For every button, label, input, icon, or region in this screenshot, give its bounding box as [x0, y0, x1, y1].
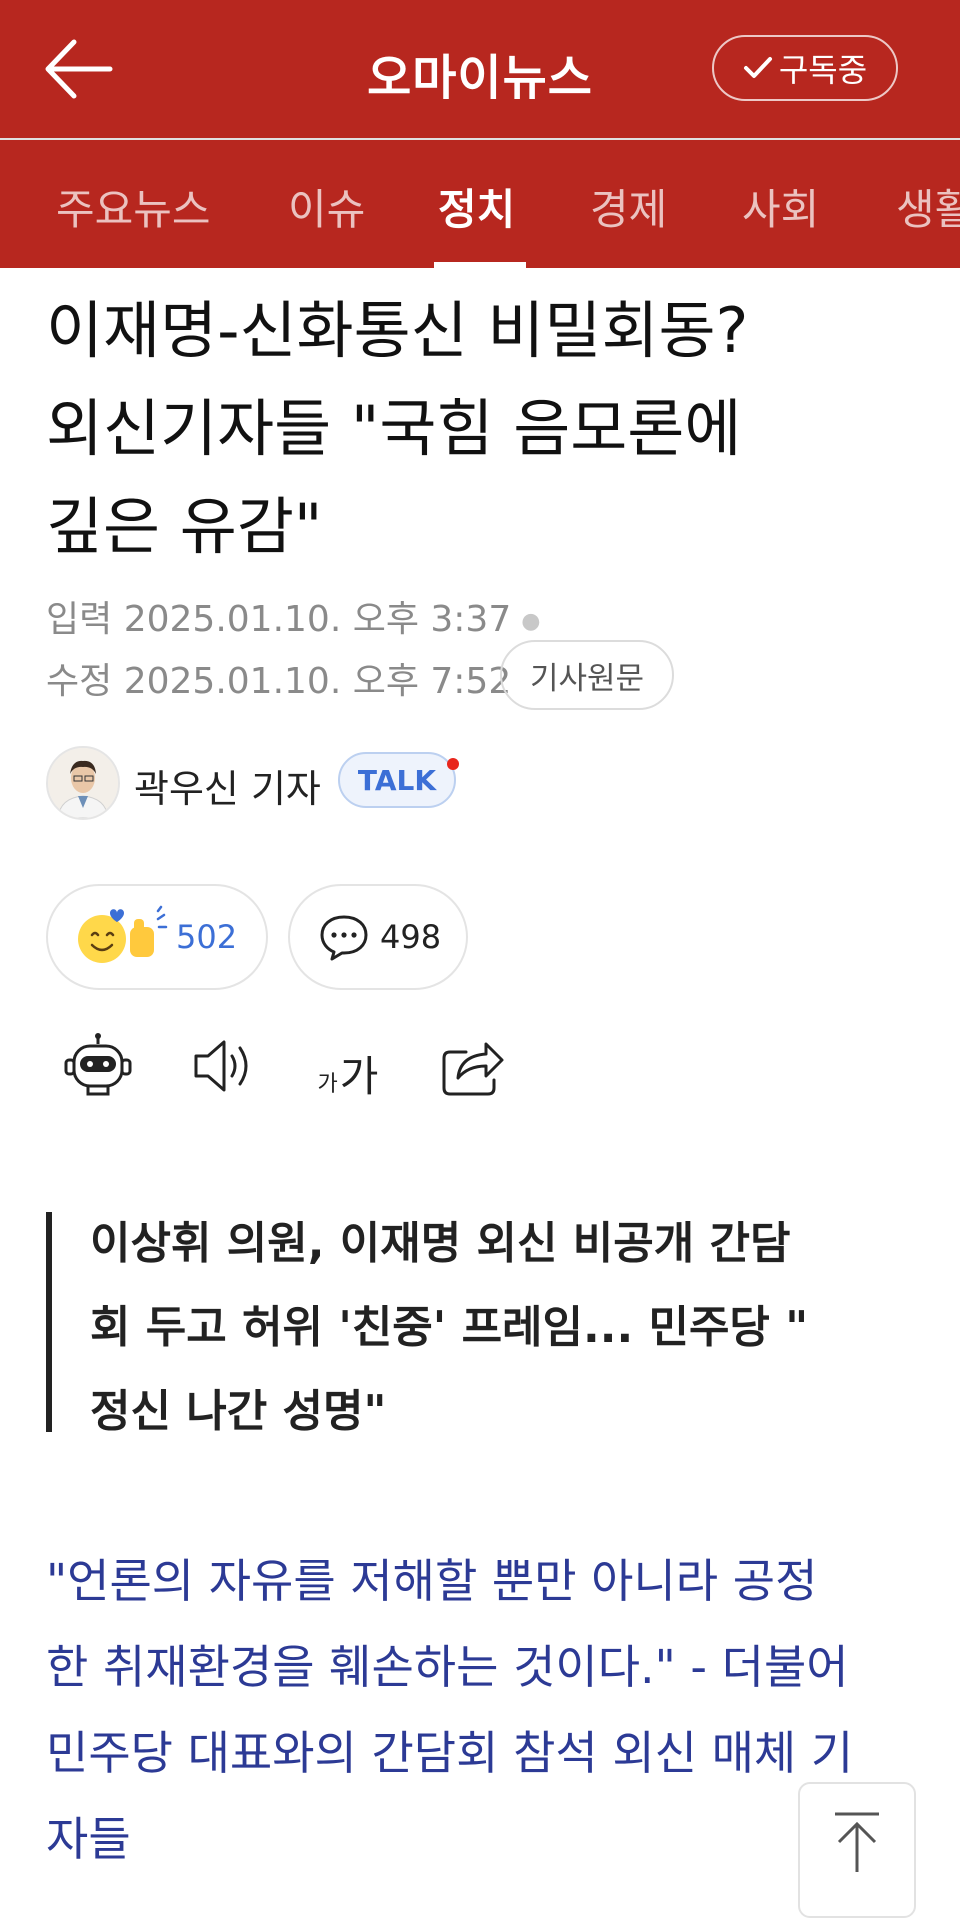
summary-quote-bar	[46, 1212, 52, 1432]
tab-main-news[interactable]: 주요뉴스	[56, 176, 211, 237]
summary-line: 정신 나간 성명"	[90, 1386, 387, 1437]
font-size-large-glyph: 가	[339, 1052, 379, 1101]
article-summary: 이상휘 의원, 이재명 외신 비공개 간담 회 두고 허위 '친중' 프레임..…	[90, 1202, 890, 1454]
headline-line: 외신기자들 "국힘 음모론에	[46, 392, 742, 465]
tab-politics[interactable]: 정치	[438, 176, 515, 237]
article-lead-quote: "언론의 자유를 저해할 뿐만 아니라 공정 한 취재환경을 훼손하는 것이다.…	[46, 1538, 926, 1882]
edit-timestamp: 수정 2025.01.10. 오후 7:52	[46, 652, 511, 704]
headline-line: 깊은 유감"	[46, 490, 323, 563]
tab-life[interactable]: 생활	[896, 176, 960, 237]
lead-line: 민주당 대표와의 간담회 참석 외신 매체 기	[46, 1726, 854, 1780]
comment-button[interactable]: 498	[288, 884, 468, 990]
input-time: 2025.01.10. 오후 3:37	[123, 599, 512, 640]
reporter-name[interactable]: 곽우신 기자	[134, 758, 321, 813]
subscribe-label: 구독중	[778, 51, 868, 89]
app-header: 오마이뉴스 구독중	[0, 0, 960, 138]
comment-count: 498	[380, 918, 442, 956]
reaction-emoji-icon	[78, 905, 168, 963]
reaction-count: 502	[176, 918, 238, 956]
input-label: 입력	[46, 599, 113, 640]
reaction-button[interactable]: 502	[46, 884, 268, 990]
edit-time: 2025.01.10. 오후 7:52	[123, 661, 512, 702]
lead-line: 한 취재환경을 훼손하는 것이다." - 더불어	[46, 1640, 849, 1694]
input-timestamp: 입력 2025.01.10. 오후 3:37 ●	[46, 590, 540, 642]
share-icon[interactable]	[436, 1030, 508, 1102]
lead-line: 자들	[46, 1812, 131, 1866]
original-article-button[interactable]: 기사원문	[500, 640, 674, 710]
subscribe-button[interactable]: 구독중	[712, 35, 898, 101]
tab-economy[interactable]: 경제	[590, 176, 667, 237]
talk-notification-dot	[447, 758, 459, 770]
tab-society[interactable]: 사회	[742, 176, 819, 237]
scroll-to-top-button[interactable]	[798, 1782, 916, 1918]
summary-line: 회 두고 허위 '친중' 프레임... 민주당 "	[90, 1302, 809, 1353]
speaker-icon[interactable]	[186, 1030, 258, 1102]
edit-label: 수정	[46, 661, 113, 702]
headline-line: 이재명-신화통신 비밀회동?	[46, 294, 749, 367]
reporter-avatar[interactable]	[46, 746, 120, 820]
article-headline: 이재명-신화통신 비밀회동? 외신기자들 "국힘 음모론에 깊은 유감"	[46, 282, 926, 576]
comment-bubble-icon	[320, 915, 368, 961]
talk-button[interactable]: TALK	[338, 752, 456, 808]
font-size-button[interactable]: 가 가	[312, 1030, 384, 1098]
check-icon	[743, 57, 772, 78]
summary-line: 이상휘 의원, 이재명 외신 비공개 간담	[90, 1218, 791, 1269]
section-tabs: 주요뉴스 이슈 정치 경제 사회 생활	[0, 140, 960, 268]
lead-line: "언론의 자유를 저해할 뿐만 아니라 공정	[46, 1554, 818, 1608]
reporter-photo-icon	[48, 748, 118, 818]
font-size-small-glyph: 가	[317, 1072, 338, 1097]
active-tab-indicator	[434, 262, 526, 268]
separator-dot: ●	[521, 608, 541, 634]
tab-issue[interactable]: 이슈	[288, 176, 365, 237]
arrow-up-icon	[835, 1812, 879, 1872]
summary-bot-icon[interactable]	[62, 1030, 134, 1102]
